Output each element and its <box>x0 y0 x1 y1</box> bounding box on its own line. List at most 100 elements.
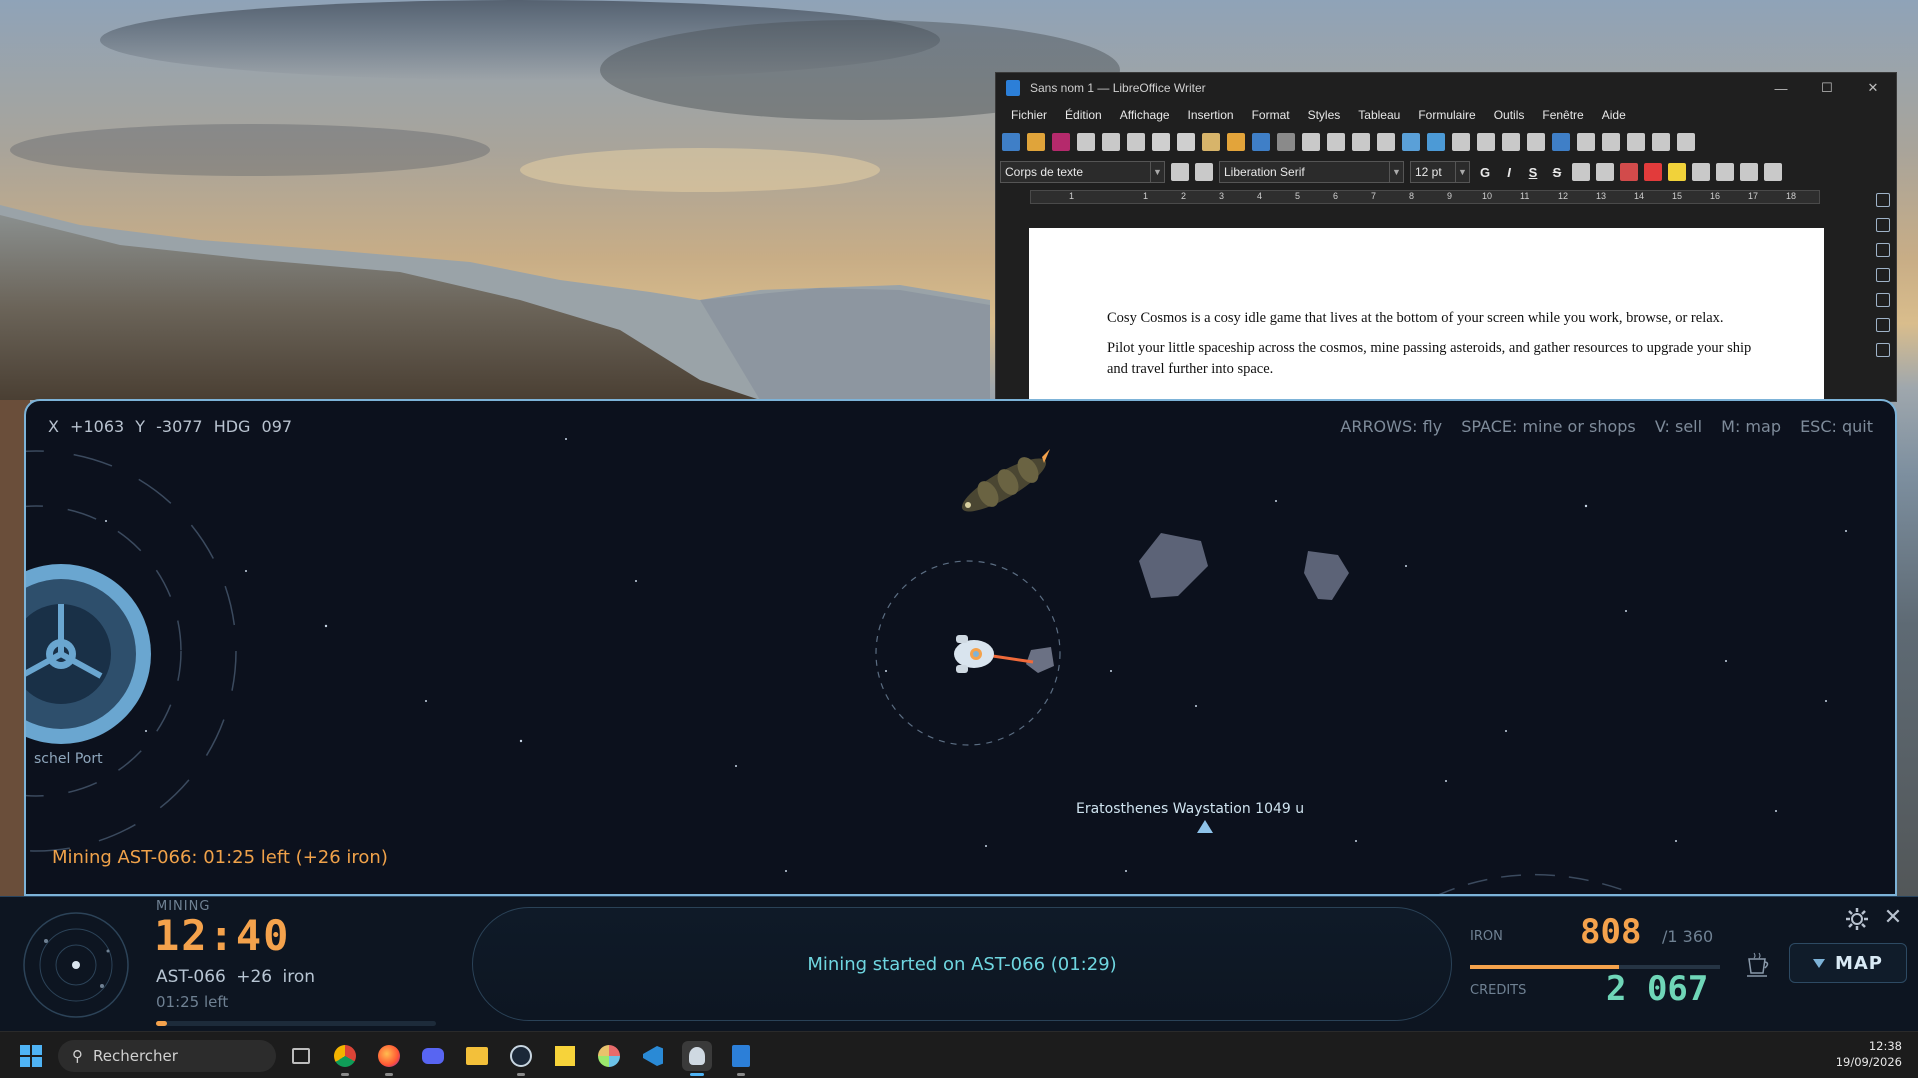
page-break-icon[interactable] <box>1477 133 1495 151</box>
insert-textbox-icon[interactable] <box>1452 133 1470 151</box>
manage-changes-icon[interactable] <box>1876 343 1890 357</box>
spelling-icon[interactable] <box>1327 133 1345 151</box>
copy-icon[interactable] <box>1177 133 1195 151</box>
italic-button[interactable]: I <box>1500 165 1518 180</box>
close-icon[interactable]: ✕ <box>1881 907 1905 931</box>
task-view-icon[interactable] <box>286 1041 316 1071</box>
menu-format[interactable]: Format <box>1243 108 1299 122</box>
asteroid-ast-066[interactable] <box>1026 647 1054 673</box>
open-folder-icon[interactable] <box>1027 133 1045 151</box>
port-station-icon[interactable] <box>26 564 151 744</box>
discord-icon[interactable] <box>418 1041 448 1071</box>
paragraph-style-select[interactable]: Corps de texte ▼ <box>1000 161 1165 183</box>
footnote-icon[interactable] <box>1577 133 1595 151</box>
menu-fenetre[interactable]: Fenêtre <box>1533 108 1592 122</box>
paste-icon[interactable] <box>1202 133 1220 151</box>
align-left-icon[interactable] <box>1692 163 1710 181</box>
menu-insertion[interactable]: Insertion <box>1179 108 1243 122</box>
align-center-icon[interactable] <box>1716 163 1734 181</box>
clear-formatting-icon[interactable] <box>1620 163 1638 181</box>
radar-icon[interactable] <box>22 911 130 1019</box>
document-page[interactable]: Cosy Cosmos is a cosy idle game that liv… <box>1029 228 1824 401</box>
new-style-icon[interactable] <box>1195 163 1213 181</box>
iron-value: 808 <box>1580 912 1642 952</box>
chrome-icon[interactable] <box>330 1041 360 1076</box>
ruler-number: 11 <box>1520 191 1530 201</box>
hyperlink-icon[interactable] <box>1552 133 1570 151</box>
align-right-icon[interactable] <box>1740 163 1758 181</box>
spaceship-icon[interactable] <box>954 635 994 673</box>
document-body[interactable]: Cosy Cosmos is a cosy idle game that liv… <box>1107 308 1757 389</box>
gear-icon[interactable] <box>1845 907 1869 931</box>
libreoffice-writer-icon[interactable] <box>726 1041 756 1076</box>
clone-formatting-icon[interactable] <box>1227 133 1245 151</box>
windows-start-icon[interactable] <box>20 1045 42 1067</box>
coffee-cup-icon[interactable] <box>1744 949 1770 979</box>
font-color-icon[interactable] <box>1644 163 1662 181</box>
print-icon[interactable] <box>1102 133 1120 151</box>
game-window[interactable]: X +1063 Y -3077 HDG 097 ARROWS: fly SPAC… <box>24 399 1897 896</box>
menu-formulaire[interactable]: Formulaire <box>1409 108 1484 122</box>
font-size-select[interactable]: 12 pt ▼ <box>1410 161 1470 183</box>
superscript-icon[interactable] <box>1572 163 1590 181</box>
export-pdf-icon[interactable] <box>1077 133 1095 151</box>
menu-outils[interactable]: Outils <box>1485 108 1534 122</box>
firefox-icon[interactable] <box>374 1041 404 1076</box>
game-hud-bar: MINING 12:40 AST-066 +26 iron 01:25 left… <box>0 896 1918 1031</box>
cut-icon[interactable] <box>1152 133 1170 151</box>
endnote-icon[interactable] <box>1602 133 1620 151</box>
save-icon[interactable] <box>1052 133 1070 151</box>
sticky-notes-icon[interactable] <box>550 1041 580 1071</box>
horizontal-ruler[interactable]: 1 1 2 3 4 5 6 7 8 9 10 11 12 13 14 15 16… <box>1030 190 1820 204</box>
special-character-icon[interactable] <box>1527 133 1545 151</box>
find-replace-icon[interactable] <box>1302 133 1320 151</box>
redo-icon[interactable] <box>1277 133 1295 151</box>
cosy-cosmos-icon[interactable] <box>682 1041 712 1076</box>
undo-icon[interactable] <box>1252 133 1270 151</box>
writer-app-icon <box>1006 80 1020 96</box>
file-explorer-icon[interactable] <box>462 1041 492 1071</box>
properties-icon[interactable] <box>1876 193 1890 207</box>
insert-image-icon[interactable] <box>1402 133 1420 151</box>
justify-icon[interactable] <box>1764 163 1782 181</box>
font-name-select[interactable]: Liberation Serif ▼ <box>1219 161 1404 183</box>
gallery-icon[interactable] <box>1876 243 1890 257</box>
subscript-icon[interactable] <box>1596 163 1614 181</box>
asteroid[interactable] <box>1139 533 1208 598</box>
menu-styles[interactable]: Styles <box>1299 108 1350 122</box>
cross-reference-icon[interactable] <box>1652 133 1670 151</box>
close-button[interactable]: ✕ <box>1850 80 1896 96</box>
page-icon[interactable] <box>1876 293 1890 307</box>
menu-affichage[interactable]: Affichage <box>1111 108 1179 122</box>
underline-button[interactable]: S <box>1524 165 1542 180</box>
menu-tableau[interactable]: Tableau <box>1349 108 1409 122</box>
map-button[interactable]: MAP <box>1789 943 1907 983</box>
insert-chart-icon[interactable] <box>1427 133 1445 151</box>
menu-fichier[interactable]: Fichier <box>1002 108 1056 122</box>
minimize-button[interactable]: — <box>1758 81 1804 96</box>
taskbar-search[interactable]: ⚲ Rechercher <box>58 1040 276 1072</box>
vscode-icon[interactable] <box>638 1041 668 1071</box>
bookmark-icon[interactable] <box>1627 133 1645 151</box>
navigator-icon[interactable] <box>1876 268 1890 282</box>
steam-icon[interactable] <box>506 1041 536 1076</box>
insert-field-icon[interactable] <box>1502 133 1520 151</box>
formatting-marks-icon[interactable] <box>1352 133 1370 151</box>
update-style-icon[interactable] <box>1171 163 1189 181</box>
menu-edition[interactable]: Édition <box>1056 108 1111 122</box>
highlight-color-icon[interactable] <box>1668 163 1686 181</box>
system-clock[interactable]: 12:38 19/09/2026 <box>1836 1038 1902 1070</box>
flower-app-icon[interactable] <box>594 1041 624 1071</box>
new-document-icon[interactable] <box>1002 133 1020 151</box>
asteroid[interactable] <box>1304 551 1349 600</box>
style-inspector-icon[interactable] <box>1876 318 1890 332</box>
print-preview-icon[interactable] <box>1127 133 1145 151</box>
insert-table-icon[interactable] <box>1377 133 1395 151</box>
strikethrough-button[interactable]: S <box>1548 165 1566 180</box>
maximize-button[interactable]: ☐ <box>1804 80 1850 96</box>
menu-aide[interactable]: Aide <box>1593 108 1635 122</box>
coordinates-readout: X +1063 Y -3077 HDG 097 <box>48 417 293 436</box>
comment-icon[interactable] <box>1677 133 1695 151</box>
bold-button[interactable]: G <box>1476 165 1494 180</box>
styles-icon[interactable] <box>1876 218 1890 232</box>
